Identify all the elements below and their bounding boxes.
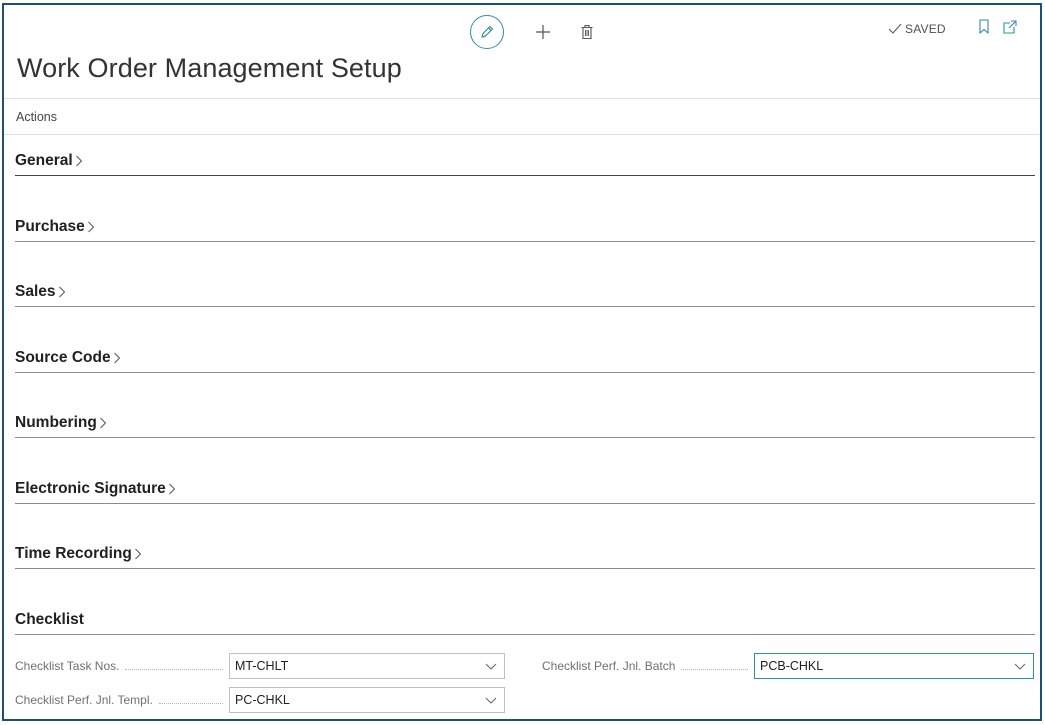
section-title: Electronic Signature [15, 480, 166, 497]
chevron-right-icon [134, 548, 142, 560]
label-leader [681, 668, 748, 670]
field-value: MT-CHLT [235, 659, 289, 673]
chevron-right-icon [58, 286, 66, 298]
section-header-sales[interactable]: Sales [15, 283, 66, 301]
field-label: Checklist Perf. Jnl. Templ. [15, 693, 153, 707]
page-title: Work Order Management Setup [17, 53, 402, 83]
pencil-icon [481, 25, 494, 38]
section-header-time-recording[interactable]: Time Recording [15, 545, 142, 563]
popout-icon [1003, 20, 1017, 34]
section-header-purchase[interactable]: Purchase [15, 218, 95, 236]
field-label: Checklist Perf. Jnl. Batch [542, 659, 676, 673]
field-value: PC-CHKL [235, 693, 290, 707]
bookmark-button[interactable] [978, 19, 990, 40]
section-title: General [15, 152, 73, 169]
chevron-down-icon [485, 697, 497, 704]
actions-menu[interactable]: Actions [16, 110, 57, 124]
saved-status: SAVED [888, 22, 946, 36]
trash-icon [581, 24, 593, 40]
section-title: Sales [15, 283, 56, 300]
chevron-down-icon [1014, 663, 1026, 670]
bookmark-icon [979, 19, 989, 35]
section-title: Time Recording [15, 545, 132, 562]
section-purchase: Purchase [15, 202, 1035, 242]
edit-button[interactable] [470, 15, 504, 49]
section-time-recording: Time Recording [15, 529, 1035, 569]
new-button[interactable] [529, 18, 557, 46]
checklist-jnl-batch-row: Checklist Perf. Jnl. Batch [542, 653, 754, 679]
page-toolbar [470, 15, 601, 49]
section-header-electronic-signature[interactable]: Electronic Signature [15, 480, 176, 498]
popout-button[interactable] [1002, 19, 1018, 40]
chevron-right-icon [87, 221, 95, 233]
actions-divider [4, 134, 1040, 135]
section-title: Purchase [15, 218, 85, 235]
label-leader [125, 668, 223, 670]
section-header-checklist[interactable]: Checklist [15, 611, 84, 629]
field-label: Checklist Task Nos. [15, 659, 120, 673]
page-tools [978, 19, 1018, 40]
label-leader [158, 702, 223, 704]
section-checklist: Checklist [15, 595, 1035, 635]
section-header-numbering[interactable]: Numbering [15, 414, 107, 432]
chevron-down-icon [485, 663, 497, 670]
section-sales: Sales [15, 267, 1035, 307]
section-header-general[interactable]: General [15, 152, 83, 170]
checklist-task-nos-field[interactable]: MT-CHLT [229, 653, 505, 679]
checklist-jnl-templ-row: Checklist Perf. Jnl. Templ. [15, 687, 229, 713]
checklist-jnl-templ-field[interactable]: PC-CHKL [229, 687, 505, 713]
chevron-right-icon [113, 352, 121, 364]
section-numbering: Numbering [15, 398, 1035, 438]
checklist-jnl-batch-field[interactable]: PCB-CHKL [754, 653, 1034, 679]
section-title: Numbering [15, 414, 97, 431]
field-value: PCB-CHKL [760, 659, 824, 673]
header-divider [4, 98, 1040, 99]
section-electronic-signature: Electronic Signature [15, 464, 1035, 504]
section-title: Checklist [15, 611, 84, 628]
section-source-code: Source Code [15, 333, 1035, 373]
saved-status-text: SAVED [905, 22, 946, 36]
delete-button[interactable] [573, 18, 601, 46]
plus-icon [536, 25, 550, 39]
page-frame: SAVED Work Order Management Setup Action… [2, 3, 1042, 721]
checkmark-icon [888, 23, 902, 34]
section-header-source-code[interactable]: Source Code [15, 349, 121, 367]
chevron-right-icon [168, 483, 176, 495]
checklist-task-nos-row: Checklist Task Nos. [15, 653, 229, 679]
section-general: General [15, 136, 1035, 176]
section-title: Source Code [15, 349, 111, 366]
chevron-right-icon [75, 155, 83, 167]
chevron-right-icon [99, 417, 107, 429]
